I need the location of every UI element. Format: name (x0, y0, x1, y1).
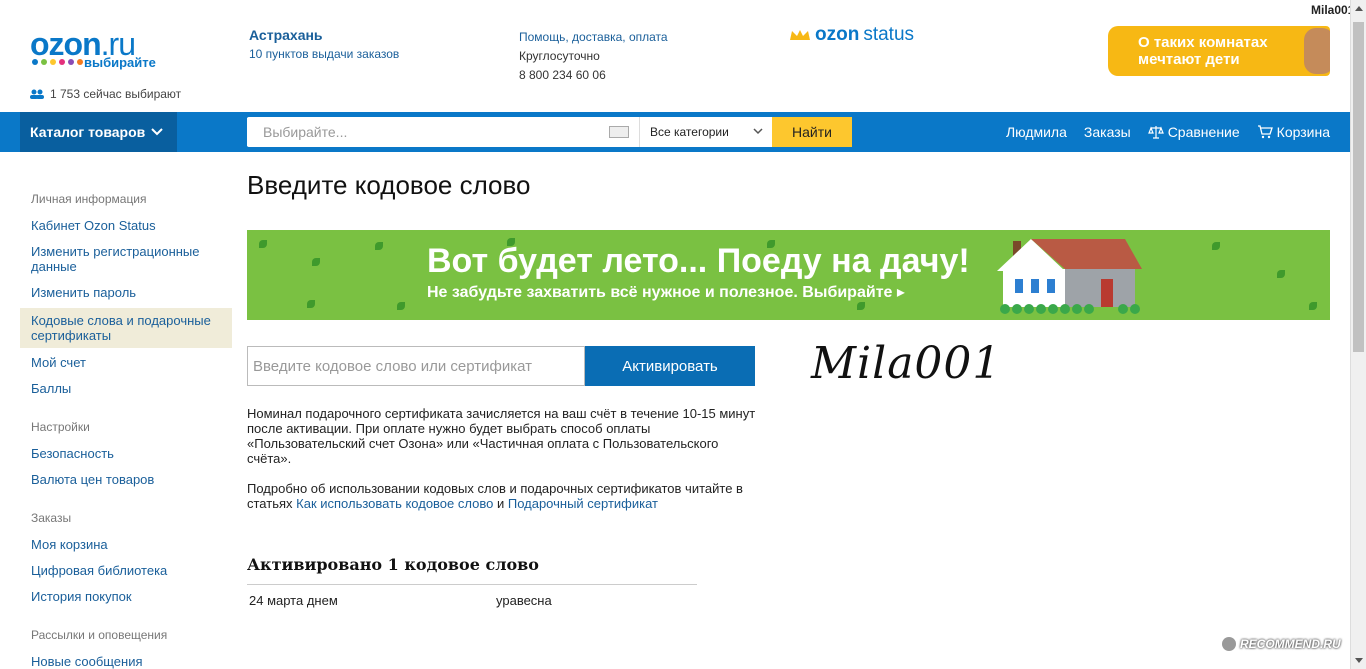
code-form: Активировать (247, 346, 755, 386)
sidebar-item-ozon-status[interactable]: Кабинет Ozon Status (20, 215, 232, 237)
username-watermark: Mila001 (1311, 3, 1355, 17)
search-box (247, 117, 639, 147)
banner-title: Вот будет лето... Поеду на дачу! (427, 242, 970, 280)
scrollbar[interactable] (1350, 0, 1366, 669)
sidebar-item-new-messages[interactable]: Новые сообщения (20, 651, 232, 669)
summer-banner[interactable]: Вот будет лето... Поеду на дачу! Не забу… (247, 230, 1330, 320)
desc-and: и (496, 496, 505, 511)
status-logo-status: status (863, 24, 915, 45)
description-paragraph-links: Подробно об использовании кодовых слов и… (247, 481, 757, 511)
main-content: Введите кодовое слово Вот будет лето... … (247, 170, 1330, 608)
promo-text: О таких комнатах мечтают дети (1138, 34, 1268, 68)
navbar: Каталог товаров Все категории Найти Людм… (0, 112, 1350, 152)
category-value: Все категории (650, 125, 729, 139)
chevron-down-icon (753, 128, 763, 135)
orders-link[interactable]: Заказы (1084, 124, 1131, 140)
online-count-text: 1 753 сейчас выбирают (50, 87, 182, 101)
sidebar-item-cart[interactable]: Моя корзина (20, 534, 232, 556)
keyboard-icon[interactable] (609, 126, 629, 138)
sidebar-item-currency[interactable]: Валюта цен товаров (20, 469, 232, 491)
watermark-text: RECOMMEND.RU (1240, 637, 1341, 651)
pickup-points-link[interactable]: 10 пунктов выдачи заказов (249, 47, 399, 61)
sidebar-item-digital-library[interactable]: Цифровая библиотека (20, 560, 232, 582)
logo-tagline: выбирайте (84, 55, 156, 70)
sidebar-item-security[interactable]: Безопасность (20, 443, 232, 465)
find-button[interactable]: Найти (772, 117, 852, 147)
logo-dots-icon (32, 59, 83, 65)
description-paragraph: Номинал подарочного сертификата зачисляе… (247, 406, 756, 466)
online-counter: 1 753 сейчас выбирают (30, 87, 181, 101)
user-name-link[interactable]: Людмила (1006, 124, 1067, 140)
scales-icon (1147, 126, 1164, 139)
compare-label: Сравнение (1167, 124, 1240, 140)
leaf-icon (1277, 270, 1285, 278)
sidebar-item-purchase-history[interactable]: История покупок (20, 586, 232, 608)
leaf-icon (1309, 302, 1317, 310)
sidebar-group-personal: Личная информация (31, 192, 147, 206)
recommend-watermark: RECOMMEND.RU (1222, 637, 1341, 651)
crown-icon (790, 30, 810, 40)
city-name[interactable]: Астрахань (249, 27, 399, 43)
scrollbar-thumb[interactable] (1353, 22, 1364, 352)
chevron-down-icon (151, 128, 163, 136)
leaf-icon (397, 302, 405, 310)
header: ozon.ru выбирайте 1 753 сейчас выбирают … (0, 0, 1354, 112)
leaf-icon (312, 258, 320, 266)
child-photo (1304, 28, 1330, 74)
sidebar-group-notifications: Рассылки и оповещения (31, 628, 168, 642)
how-to-use-codeword-link[interactable]: Как использовать кодовое слово (296, 496, 493, 511)
table-row: 24 марта днем уравесна (249, 593, 699, 608)
sidebar-item-codewords[interactable]: Кодовые слова и подарочные сертификаты (20, 308, 232, 348)
help-link[interactable]: Помощь, доставка, оплата (519, 28, 668, 47)
house-icon (997, 239, 1142, 314)
activation-date: 24 марта днем (249, 593, 338, 608)
help-block: Помощь, доставка, оплата Круглосуточно 8… (519, 28, 668, 85)
leaf-icon (307, 300, 315, 308)
scroll-down-arrow-icon[interactable] (1355, 658, 1363, 663)
sidebar-item-change-password[interactable]: Изменить пароль (20, 282, 232, 304)
city-selector[interactable]: Астрахань 10 пунктов выдачи заказов (249, 27, 399, 61)
account-sidebar: Личная информация Кабинет Ozon Status Из… (20, 186, 232, 669)
handwritten-signature: Mila001 (811, 338, 1002, 389)
scroll-up-arrow-icon[interactable] (1355, 6, 1363, 11)
category-select[interactable]: Все категории (639, 117, 772, 147)
leaf-icon (1212, 242, 1220, 250)
catalog-button[interactable]: Каталог товаров (20, 112, 177, 152)
cart-label: Корзина (1276, 124, 1330, 140)
compare-link[interactable]: Сравнение (1147, 124, 1240, 140)
gift-certificate-link[interactable]: Подарочный сертификат (508, 496, 658, 511)
sidebar-item-my-account[interactable]: Мой счет (20, 352, 232, 374)
activated-code: уравесна (496, 593, 552, 608)
ozon-status-logo[interactable]: ozon status (789, 24, 914, 46)
recommend-logo-icon (1222, 637, 1236, 651)
sidebar-group-orders: Заказы (31, 511, 72, 525)
banner-subtitle: Не забудьте захватить всё нужное и полез… (427, 284, 905, 301)
sidebar-item-points[interactable]: Баллы (20, 378, 232, 400)
leaf-icon (375, 242, 383, 250)
activate-button[interactable]: Активировать (585, 346, 755, 386)
leaf-icon (857, 302, 865, 310)
divider (247, 584, 697, 585)
people-icon (30, 89, 44, 99)
leaf-icon (259, 240, 267, 248)
cart-link[interactable]: Корзина (1257, 124, 1330, 140)
code-input[interactable] (247, 346, 585, 386)
help-hours: Круглосуточно (519, 49, 600, 63)
ozon-logo[interactable]: ozon.ru выбирайте (30, 28, 156, 70)
search-input[interactable] (247, 118, 587, 146)
promo-banner[interactable]: О таких комнатах мечтают дети (1108, 26, 1330, 76)
page-title: Введите кодовое слово (247, 170, 531, 200)
user-nav: Людмила Заказы Сравнение Корзина (1006, 112, 1330, 152)
activated-title: Активировано 1 кодовое слово (247, 555, 539, 574)
catalog-label: Каталог товаров (30, 124, 146, 140)
status-logo-ozon: ozon (815, 24, 860, 45)
sidebar-item-edit-registration[interactable]: Изменить регистрационные данные (20, 241, 232, 278)
description: Номинал подарочного сертификата зачисляе… (247, 406, 757, 526)
help-phone: 8 800 234 60 06 (519, 68, 606, 82)
cart-icon (1257, 125, 1273, 139)
sidebar-group-settings: Настройки (31, 420, 90, 434)
